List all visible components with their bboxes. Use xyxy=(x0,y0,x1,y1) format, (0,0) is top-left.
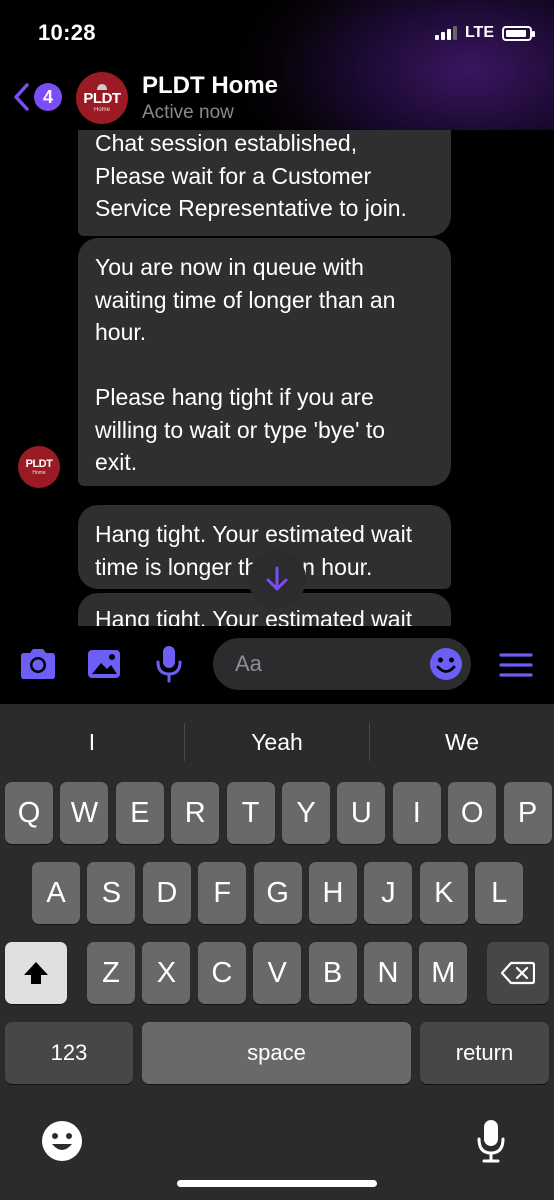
message-line: Hang tight. Your estimated wait xyxy=(95,521,413,547)
menu-button[interactable] xyxy=(499,651,533,684)
keyboard-emoji-icon xyxy=(42,1121,82,1161)
home-indicator[interactable] xyxy=(177,1180,377,1187)
logo-mark-icon xyxy=(97,83,107,90)
unread-count-badge: 4 xyxy=(34,83,62,111)
key-o[interactable]: O xyxy=(448,782,497,844)
space-key[interactable]: space xyxy=(142,1022,411,1084)
contact-status: Active now xyxy=(142,102,234,123)
return-key[interactable]: return xyxy=(420,1022,549,1084)
delete-icon xyxy=(501,961,535,985)
key-z[interactable]: Z xyxy=(87,942,135,1004)
key-a[interactable]: A xyxy=(32,862,80,924)
message-line: Please wait for a Customer xyxy=(95,162,372,189)
battery-icon xyxy=(502,25,535,41)
avatar-brand-text: PLDT xyxy=(25,457,53,470)
key-q[interactable]: Q xyxy=(5,782,53,844)
network-label: LTE xyxy=(464,24,494,41)
key-l[interactable]: L xyxy=(475,862,524,924)
key-n[interactable]: N xyxy=(364,942,412,1004)
numbers-key[interactable]: 123 xyxy=(5,1022,133,1084)
key-v[interactable]: V xyxy=(253,942,302,1004)
key-j[interactable]: J xyxy=(364,862,413,924)
message-bubble[interactable]: Chat session established, Please wait fo… xyxy=(78,130,451,236)
message-input-placeholder: Aa xyxy=(235,651,262,676)
photo-icon xyxy=(88,650,120,678)
message-input[interactable]: Aa xyxy=(213,638,471,690)
message-line: You are now in queue with xyxy=(95,254,364,280)
message-line: hour. xyxy=(95,319,147,345)
message-line: waiting time of longer than an xyxy=(95,286,396,313)
key-h[interactable]: H xyxy=(309,862,357,924)
back-button[interactable]: 4 xyxy=(12,82,62,112)
contact-name[interactable]: PLDT Home xyxy=(142,72,278,100)
avatar-sub-text: Home xyxy=(93,106,110,113)
suggestion-2[interactable]: Yeah xyxy=(185,704,369,780)
composer-bar: Aa xyxy=(0,626,554,704)
key-m[interactable]: M xyxy=(419,942,468,1004)
on-screen-keyboard: I Yeah We 123 space return QWERTYUIOPASD… xyxy=(0,704,554,1200)
emoji-button[interactable] xyxy=(429,647,463,686)
dictation-button[interactable] xyxy=(476,1118,506,1169)
message-line: Chat session established, xyxy=(95,130,358,156)
dictation-icon xyxy=(477,1120,505,1163)
key-b[interactable]: B xyxy=(308,942,357,1004)
microphone-icon xyxy=(156,646,182,683)
message-bubble[interactable]: You are now in queue with waiting time o… xyxy=(78,238,451,486)
arrow-down-icon xyxy=(266,566,288,591)
keyboard-emoji-button[interactable] xyxy=(41,1120,83,1167)
message-line: exit. xyxy=(95,449,138,475)
key-s[interactable]: S xyxy=(87,862,136,924)
key-y[interactable]: Y xyxy=(282,782,330,844)
emoji-icon xyxy=(430,648,462,680)
message-list[interactable]: Chat session established, Please wait fo… xyxy=(0,130,554,626)
key-k[interactable]: K xyxy=(419,862,468,924)
contact-avatar[interactable]: PLDT Home xyxy=(76,72,128,124)
key-d[interactable]: D xyxy=(142,862,191,924)
avatar-sub-text: Home xyxy=(32,469,46,476)
delete-key[interactable] xyxy=(487,942,549,1004)
camera-icon xyxy=(21,649,55,679)
menu-icon xyxy=(499,653,533,677)
message-line: Service Representative to join. xyxy=(95,195,407,221)
key-p[interactable]: P xyxy=(503,782,552,844)
avatar-brand-text: PLDT xyxy=(83,89,121,107)
key-x[interactable]: X xyxy=(142,942,191,1004)
status-indicators: LTE xyxy=(434,24,535,42)
top-bar: 10:28 LTE 4 PLDT Home PLDT Home Active n… xyxy=(0,0,554,130)
suggestion-3[interactable]: We xyxy=(370,704,554,780)
key-i[interactable]: I xyxy=(392,782,441,844)
key-r[interactable]: R xyxy=(171,782,220,844)
signal-icon xyxy=(434,26,457,40)
messenger-screen: 10:28 LTE 4 PLDT Home PLDT Home Active n… xyxy=(0,0,554,1200)
status-time: 10:28 xyxy=(38,20,96,45)
voice-message-button[interactable] xyxy=(154,644,184,689)
camera-button[interactable] xyxy=(18,646,58,687)
key-f[interactable]: F xyxy=(198,862,247,924)
predictive-bar: I Yeah We xyxy=(0,704,554,780)
key-e[interactable]: E xyxy=(115,782,164,844)
shift-key[interactable] xyxy=(5,942,67,1004)
suggestion-1[interactable]: I xyxy=(0,704,184,780)
gallery-button[interactable] xyxy=(86,648,122,685)
scroll-to-bottom-button[interactable] xyxy=(248,550,306,608)
key-u[interactable]: U xyxy=(337,782,386,844)
key-w[interactable]: W xyxy=(60,782,109,844)
key-c[interactable]: C xyxy=(197,942,246,1004)
key-t[interactable]: T xyxy=(226,782,275,844)
back-chevron-icon xyxy=(14,83,29,111)
message-line: willing to wait or type 'bye' to xyxy=(95,416,386,443)
sender-avatar[interactable]: PLDT Home xyxy=(18,446,60,488)
key-g[interactable]: G xyxy=(253,862,302,924)
message-line: Hang tight. Your estimated wait xyxy=(95,606,413,626)
message-line: Please hang tight if you are xyxy=(95,384,374,410)
shift-icon xyxy=(24,962,48,984)
